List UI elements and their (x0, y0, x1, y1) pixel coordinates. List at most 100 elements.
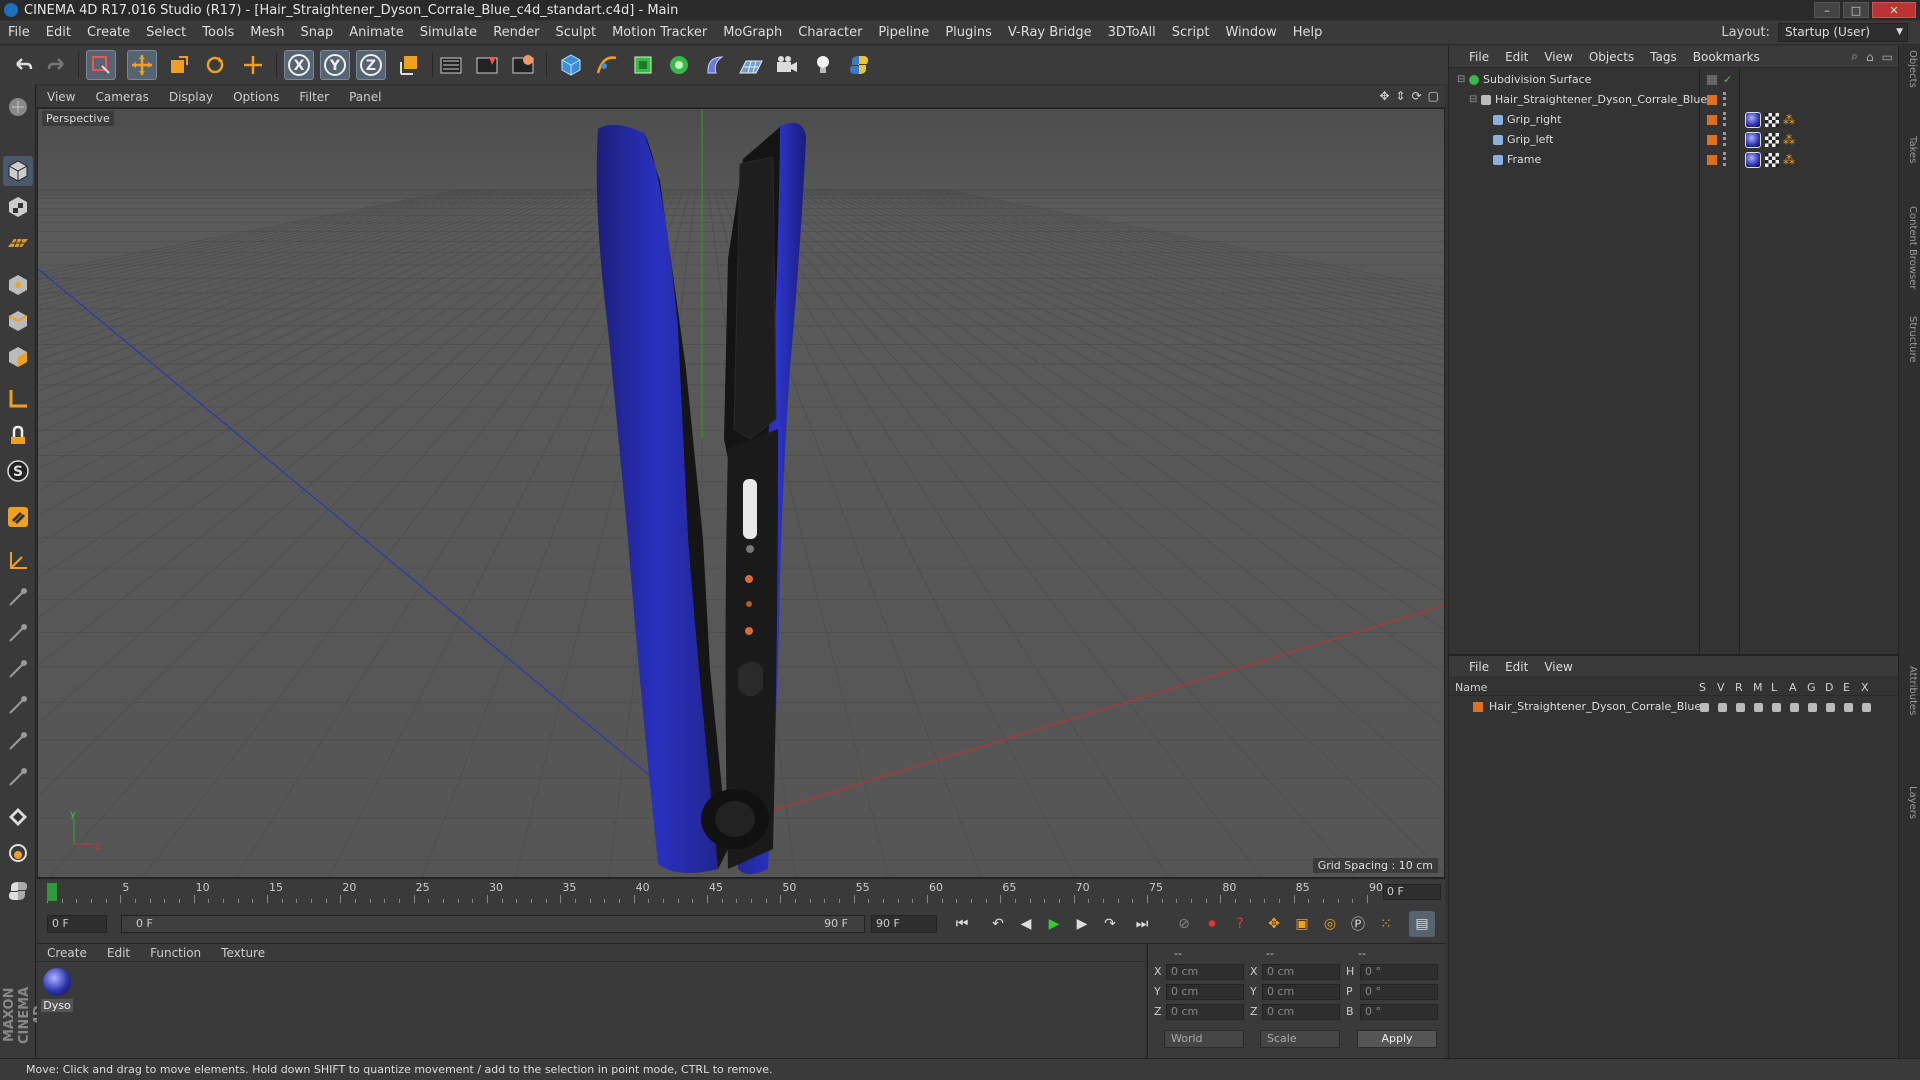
layer-toggle-icon[interactable] (1790, 703, 1799, 712)
menu-select[interactable]: Select (138, 21, 194, 45)
coord-size-field[interactable]: 0 cm (1262, 984, 1340, 1000)
layer-toggle-icon[interactable] (1862, 703, 1871, 712)
scale-dropdown[interactable]: Scale (1260, 1030, 1340, 1048)
brush-tool-5-button[interactable] (3, 726, 33, 756)
render-view-button[interactable] (436, 50, 466, 80)
layer-column-r[interactable]: R (1735, 681, 1743, 694)
next-frame-button[interactable]: ▶ (1069, 911, 1095, 937)
world-dropdown[interactable]: World (1164, 1030, 1244, 1048)
viewport-menu-view[interactable]: View (37, 86, 85, 108)
right-tab-attributes[interactable]: Attributes (1902, 666, 1918, 715)
pan-icon[interactable]: ✥ (1379, 89, 1389, 103)
enabled-checkmark-icon[interactable]: ✓ (1723, 70, 1732, 90)
edges-mode-button[interactable] (3, 306, 33, 336)
maximize-button[interactable]: □ (1843, 2, 1869, 18)
object-row[interactable]: Frame ⁂ (1449, 150, 1899, 170)
menu-sculpt[interactable]: Sculpt (547, 21, 604, 45)
menu-file[interactable]: File (0, 21, 38, 45)
brush-tool-6-button[interactable] (3, 762, 33, 792)
menu-script[interactable]: Script (1164, 21, 1218, 45)
layer-color-icon[interactable] (1707, 115, 1717, 125)
visibility-dots-icon[interactable] (1723, 92, 1727, 106)
material-swatch[interactable] (43, 968, 71, 996)
brush-tool-4-button[interactable] (3, 690, 33, 720)
coord-size-field[interactable]: 0 cm (1262, 964, 1340, 980)
viewport-menu-filter[interactable]: Filter (289, 86, 339, 108)
viewport-menu-panel[interactable]: Panel (339, 86, 391, 108)
record-keys-button[interactable]: ⊘ (1171, 911, 1197, 937)
phong-tag-icon[interactable]: ⁂ (1783, 133, 1797, 147)
layer-toggle-icon[interactable] (1754, 703, 1763, 712)
menu-animate[interactable]: Animate (341, 21, 411, 45)
quantize-button[interactable] (3, 546, 33, 576)
coord-rot-field[interactable]: 0 ° (1360, 984, 1438, 1000)
coord-pos-field[interactable]: 0 cm (1166, 964, 1244, 980)
model-mode-button[interactable] (3, 156, 33, 186)
menu-simulate[interactable]: Simulate (412, 21, 485, 45)
layer-column-v[interactable]: V (1717, 681, 1725, 694)
menu-render[interactable]: Render (485, 21, 547, 45)
end-frame-field[interactable]: 90 F (871, 915, 937, 933)
phong-tag-icon[interactable]: ⁂ (1783, 153, 1797, 167)
undo-button[interactable] (8, 50, 38, 80)
visibility-dots-icon[interactable] (1723, 152, 1727, 166)
scale-tool-button[interactable] (164, 50, 194, 80)
spline-pen-button[interactable] (592, 50, 622, 80)
axis-mode-button[interactable] (3, 384, 33, 414)
python-button[interactable] (844, 50, 874, 80)
layout-select[interactable]: Startup (User) ▼ (1778, 23, 1908, 42)
workplane-mode-button[interactable] (3, 228, 33, 258)
mograph-cloner-button[interactable] (664, 50, 694, 80)
x-axis-lock-button[interactable]: X (284, 50, 314, 80)
menu-create[interactable]: Create (79, 21, 138, 45)
material-menu-edit[interactable]: Edit (97, 944, 140, 962)
menu-v-ray-bridge[interactable]: V-Ray Bridge (1000, 21, 1100, 45)
layer-column-l[interactable]: L (1771, 681, 1777, 694)
coord-pos-field[interactable]: 0 cm (1166, 984, 1244, 1000)
object-menu-view[interactable]: View (1536, 46, 1580, 68)
object-row[interactable]: ⊟ Hair_Straightener_Dyson_Corrale_Blue (1449, 90, 1899, 110)
new-window-icon[interactable]: ▭ (1882, 50, 1893, 64)
menu-mograph[interactable]: MoGraph (715, 21, 790, 45)
maximize-view-icon[interactable]: ▢ (1428, 89, 1439, 103)
layer-color-swatch[interactable] (1473, 702, 1483, 712)
layer-toggle-icon[interactable] (1808, 703, 1817, 712)
menu-help[interactable]: Help (1285, 21, 1331, 45)
perspective-viewport[interactable]: y z Perspective Grid Spacing : 10 cm (37, 108, 1445, 878)
go-to-start-button[interactable]: ⏮ (949, 911, 975, 937)
current-frame-field[interactable]: 0 F (1383, 884, 1441, 900)
apply-button[interactable]: Apply (1357, 1030, 1437, 1048)
menu-mesh[interactable]: Mesh (242, 21, 292, 45)
viewport-menu-display[interactable]: Display (159, 86, 223, 108)
coordinate-system-button[interactable] (394, 50, 424, 80)
layer-toggle-icon[interactable] (1718, 703, 1727, 712)
y-axis-lock-button[interactable]: Y (320, 50, 350, 80)
material-tag-icon[interactable] (1745, 112, 1761, 128)
frame-range-slider[interactable]: 0 F 90 F (121, 915, 865, 933)
brush-tool-2-button[interactable] (3, 618, 33, 648)
recent-tools-button[interactable] (238, 50, 268, 80)
move-tool-button[interactable] (127, 50, 157, 80)
layer-column-s[interactable]: S (1699, 681, 1706, 694)
layer-menu-file[interactable]: File (1461, 656, 1497, 678)
coord-size-field[interactable]: 0 cm (1262, 1004, 1340, 1020)
deformer-button[interactable] (700, 50, 730, 80)
object-menu-bookmarks[interactable]: Bookmarks (1685, 46, 1768, 68)
paint-button[interactable] (3, 802, 33, 832)
expand-toggle-icon[interactable]: ⊟ (1457, 70, 1465, 90)
menu-snap[interactable]: Snap (293, 21, 342, 45)
right-tab-layers[interactable]: Layers (1902, 786, 1918, 819)
layer-column-e[interactable]: E (1843, 681, 1850, 694)
menu-pipeline[interactable]: Pipeline (870, 21, 937, 45)
texture-tag-icon[interactable] (1765, 113, 1779, 127)
menu-plugins[interactable]: Plugins (937, 21, 1000, 45)
sculpt-button[interactable] (3, 838, 33, 868)
key-pla-button[interactable]: ⁙ (1373, 911, 1399, 937)
light-button[interactable] (808, 50, 838, 80)
layer-column-a[interactable]: A (1789, 681, 1797, 694)
play-button[interactable]: ▶ (1041, 911, 1067, 937)
layer-color-icon[interactable] (1707, 135, 1717, 145)
autokey-button[interactable]: ⏺ (1199, 911, 1225, 937)
playhead-marker[interactable] (47, 883, 57, 901)
home-icon[interactable]: ⌂ (1866, 50, 1874, 64)
